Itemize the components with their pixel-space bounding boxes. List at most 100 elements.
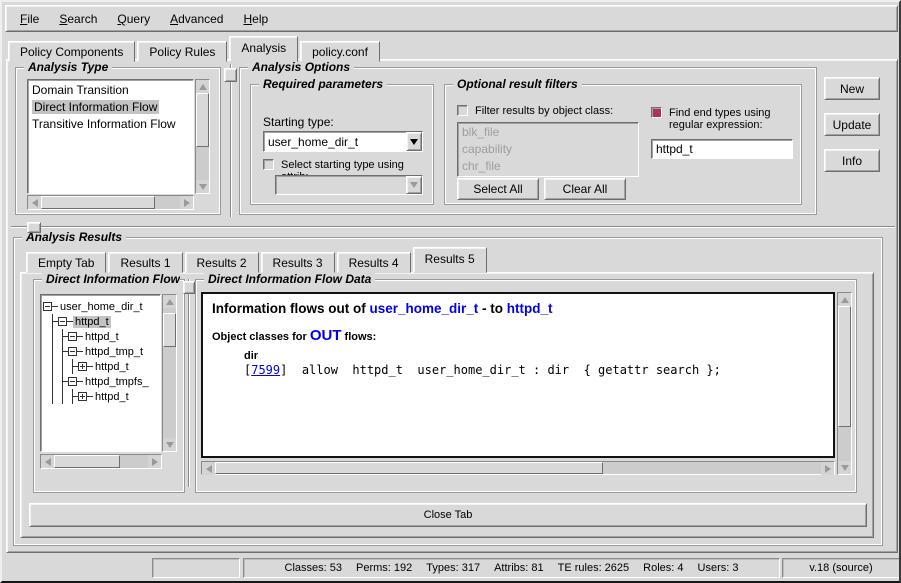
tab-policy-components[interactable]: Policy Components bbox=[8, 41, 135, 62]
scroll-down-icon[interactable] bbox=[838, 461, 851, 474]
results-sash-vertical[interactable] bbox=[188, 279, 190, 487]
scroll-thumb[interactable] bbox=[41, 196, 155, 209]
list-item[interactable]: Direct Information Flow bbox=[28, 99, 193, 116]
menu-help[interactable]: Help bbox=[233, 6, 278, 31]
scroll-thumb[interactable] bbox=[838, 306, 851, 427]
required-parameters-title: Required parameters bbox=[259, 77, 387, 91]
analysis-type-hscrollbar[interactable] bbox=[27, 195, 194, 210]
starting-type-combobox[interactable] bbox=[263, 131, 423, 152]
collapse-minus-icon[interactable] bbox=[68, 347, 77, 356]
collapse-minus-icon[interactable] bbox=[68, 377, 77, 386]
results-page: Direct Information Flow T user_home_dir_… bbox=[20, 272, 874, 538]
results-tab-results-2[interactable]: Results 2 bbox=[185, 252, 259, 273]
menu-advanced[interactable]: Advanced bbox=[160, 6, 233, 31]
update-button[interactable]: Update bbox=[824, 113, 880, 136]
attrib-checkbox[interactable] bbox=[263, 159, 274, 170]
new-button[interactable]: New bbox=[824, 77, 880, 100]
results-tab-results-4[interactable]: Results 4 bbox=[337, 252, 411, 273]
menu-query[interactable]: Query bbox=[107, 6, 160, 31]
results-tab-bar: Empty TabResults 1Results 2Results 3Resu… bbox=[26, 251, 489, 273]
scroll-up-icon[interactable] bbox=[838, 293, 851, 306]
results-sash-handle[interactable] bbox=[183, 281, 195, 294]
apol-window: FileSearchQueryAdvancedHelp Policy Compo… bbox=[0, 0, 901, 583]
status-box-empty bbox=[152, 558, 240, 578]
results-tab-results-1[interactable]: Results 1 bbox=[108, 252, 182, 273]
flow-tree[interactable]: user_home_dir_t httpd_t httpd_t httpd_tmp_t… bbox=[40, 294, 161, 452]
regex-checkbox[interactable] bbox=[651, 107, 662, 118]
chevron-down-icon[interactable] bbox=[406, 132, 422, 151]
filter-checkbox-row: Filter results by object class: bbox=[457, 105, 613, 117]
pane-sash-handle[interactable] bbox=[27, 222, 41, 233]
stat-item: TE rules: 2625 bbox=[558, 562, 630, 574]
results-tab-results-3[interactable]: Results 3 bbox=[261, 252, 335, 273]
scroll-trough[interactable] bbox=[163, 308, 176, 438]
clear-all-button[interactable]: Clear All bbox=[544, 178, 626, 200]
tab-analysis[interactable]: Analysis bbox=[229, 36, 298, 62]
tab-policy-rules[interactable]: Policy Rules bbox=[137, 41, 227, 62]
scroll-down-icon[interactable] bbox=[196, 180, 209, 193]
info-button[interactable]: Info bbox=[824, 149, 880, 172]
scroll-up-icon[interactable] bbox=[196, 80, 209, 93]
tree-node-label[interactable]: user_home_dir_t bbox=[58, 301, 145, 313]
analysis-type-vscrollbar[interactable] bbox=[195, 79, 210, 194]
results-tab-results-5[interactable]: Results 5 bbox=[413, 247, 487, 273]
scroll-trough[interactable] bbox=[41, 196, 180, 209]
rule-number-link[interactable]: 7599 bbox=[251, 363, 280, 377]
scroll-right-icon[interactable] bbox=[821, 462, 834, 475]
tree-hscrollbar[interactable] bbox=[40, 454, 162, 469]
expand-plus-icon[interactable] bbox=[78, 392, 87, 401]
regex-input[interactable] bbox=[651, 139, 793, 159]
scroll-down-icon[interactable] bbox=[163, 438, 176, 451]
tree-node-label[interactable]: httpd_t bbox=[93, 391, 131, 403]
tree-children: httpd_thttpd_tmp_thttpd_thttpd_tmpfs_htt… bbox=[62, 329, 158, 404]
scroll-right-icon[interactable] bbox=[148, 455, 161, 468]
tree-node-label[interactable]: httpd_t bbox=[93, 361, 131, 373]
pane-sash-horizontal[interactable] bbox=[11, 226, 895, 228]
tree-node-label[interactable]: httpd_tmp_t bbox=[83, 346, 145, 358]
scroll-right-icon[interactable] bbox=[180, 196, 193, 209]
filter-object-class-checkbox[interactable] bbox=[457, 105, 468, 116]
chevron-down-icon bbox=[406, 176, 422, 194]
scroll-trough[interactable] bbox=[215, 462, 821, 474]
scroll-left-icon[interactable] bbox=[202, 462, 215, 475]
main-tab-bar: Policy ComponentsPolicy RulesAnalysispol… bbox=[8, 38, 382, 62]
scroll-up-icon[interactable] bbox=[163, 295, 176, 308]
results-tab-empty-tab[interactable]: Empty Tab bbox=[26, 252, 106, 273]
attrib-combobox[interactable] bbox=[275, 175, 423, 195]
start-type-text: user_home_dir_t bbox=[369, 301, 478, 316]
tab-policy-conf[interactable]: policy.conf bbox=[300, 41, 380, 62]
tree-children: httpd_t bbox=[72, 359, 158, 374]
collapse-minus-icon[interactable] bbox=[68, 332, 77, 341]
object-class-listbox[interactable]: blk_filecapabilitychr_file bbox=[457, 122, 639, 177]
list-item[interactable]: Transitive Information Flow bbox=[28, 116, 193, 133]
menu-file[interactable]: File bbox=[10, 6, 49, 31]
pane-sash-vertical[interactable] bbox=[230, 64, 232, 217]
flow-data-text[interactable]: Information flows out of user_home_dir_t… bbox=[201, 292, 835, 458]
scroll-trough[interactable] bbox=[54, 455, 148, 468]
data-vscrollbar[interactable] bbox=[837, 292, 852, 475]
scroll-thumb[interactable] bbox=[215, 462, 603, 474]
data-hscrollbar[interactable] bbox=[201, 461, 835, 475]
scroll-thumb[interactable] bbox=[196, 93, 209, 147]
menu-underline-letter: H bbox=[243, 12, 252, 26]
object-class-name: dir bbox=[244, 350, 824, 362]
tree-node-label[interactable]: httpd_tmpfs_ bbox=[83, 376, 151, 388]
close-tab-button[interactable]: Close Tab bbox=[29, 503, 867, 527]
collapse-minus-icon[interactable] bbox=[58, 317, 67, 326]
scroll-thumb[interactable] bbox=[54, 455, 120, 468]
scroll-left-icon[interactable] bbox=[28, 196, 41, 209]
collapse-minus-icon[interactable] bbox=[43, 302, 52, 311]
tree-vscrollbar[interactable] bbox=[162, 294, 177, 452]
pane-sash-handle[interactable] bbox=[224, 68, 237, 82]
tree-node-label[interactable]: httpd_t bbox=[83, 331, 121, 343]
scroll-trough[interactable] bbox=[838, 306, 851, 461]
analysis-type-listbox[interactable]: Domain TransitionDirect Information Flow… bbox=[27, 79, 194, 194]
scroll-thumb[interactable] bbox=[163, 313, 176, 347]
scroll-trough[interactable] bbox=[196, 93, 209, 180]
expand-plus-icon[interactable] bbox=[78, 362, 87, 371]
scroll-left-icon[interactable] bbox=[41, 455, 54, 468]
select-all-button[interactable]: Select All bbox=[457, 178, 539, 200]
list-item[interactable]: Domain Transition bbox=[28, 82, 193, 99]
tree-node-label[interactable]: httpd_t bbox=[73, 316, 111, 328]
menu-search[interactable]: Search bbox=[49, 6, 107, 31]
